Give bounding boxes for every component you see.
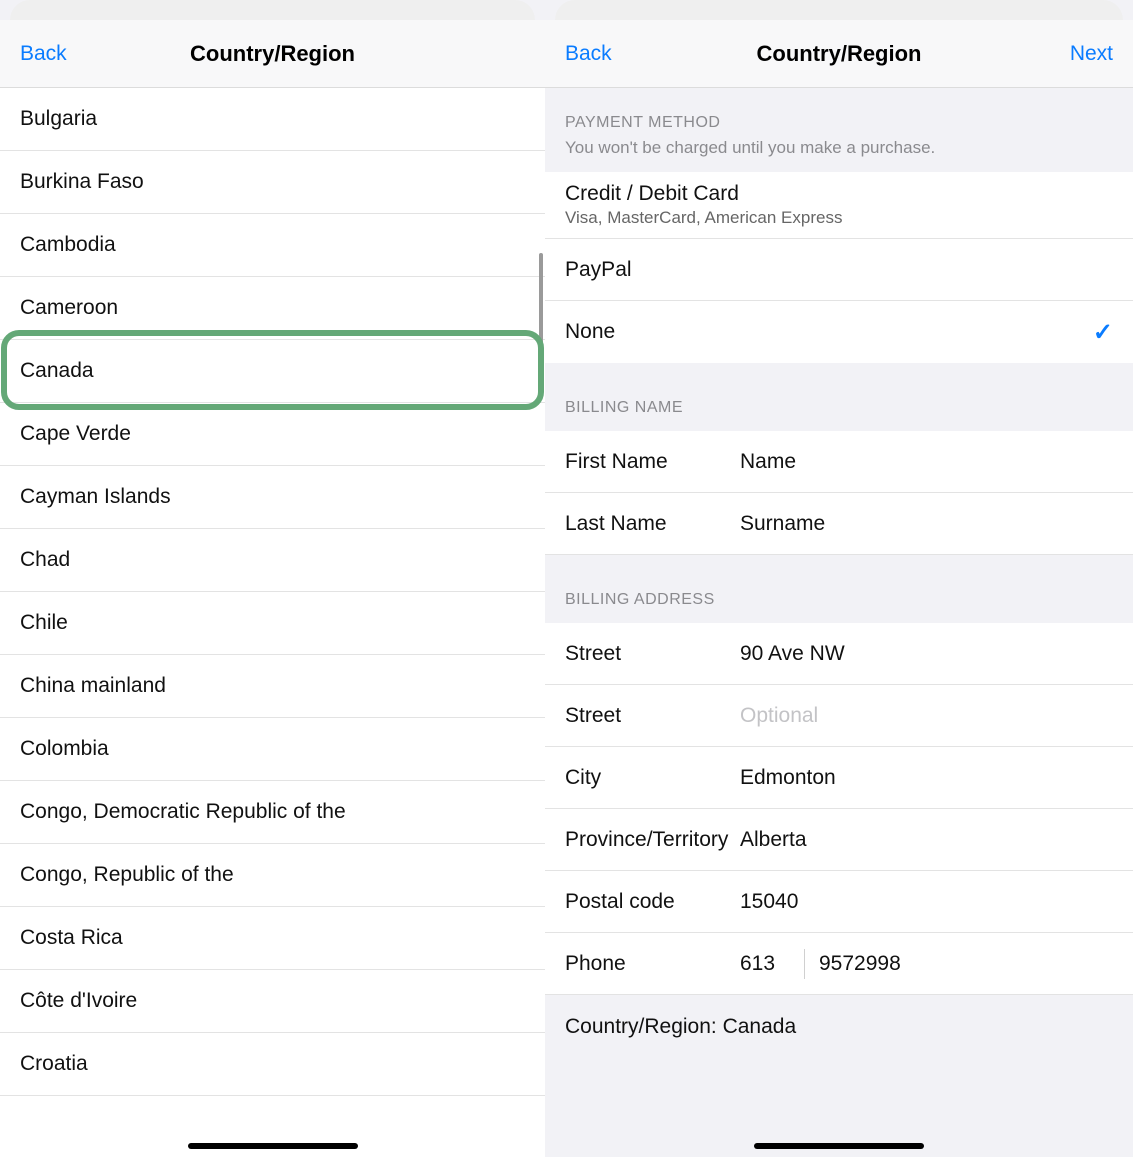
country-row[interactable]: Côte d'Ivoire (0, 970, 545, 1033)
province-label: Province/Territory (565, 828, 740, 852)
payment-option[interactable]: Credit / Debit CardVisa, MasterCard, Ame… (545, 172, 1133, 239)
page-title: Country/Region (100, 41, 445, 67)
navbar-right: Back Country/Region Next (545, 20, 1133, 88)
country-row[interactable]: Cape Verde (0, 403, 545, 466)
last-name-field[interactable]: Surname (740, 512, 1113, 536)
street2-field[interactable]: Optional (740, 704, 1113, 728)
last-name-label: Last Name (565, 512, 740, 536)
postal-label: Postal code (565, 890, 740, 914)
phone-label: Phone (565, 952, 740, 976)
first-name-row[interactable]: First Name Name (545, 431, 1133, 493)
province-field[interactable]: Alberta (740, 828, 1113, 852)
billing-address-header: BILLING ADDRESS (545, 555, 1133, 623)
country-row[interactable]: Canada (0, 340, 545, 403)
country-list[interactable]: BulgariaBurkina FasoCambodiaCameroonCana… (0, 88, 545, 1157)
phone-country-code[interactable]: 613 (740, 952, 800, 976)
city-row[interactable]: City Edmonton (545, 747, 1133, 809)
payment-option-label: Credit / Debit Card (565, 182, 739, 206)
payment-method-note: You won't be charged until you make a pu… (545, 138, 1133, 172)
country-region-summary[interactable]: Country/Region: Canada (545, 995, 1133, 1039)
country-row[interactable]: Croatia (0, 1033, 545, 1096)
street1-field[interactable]: 90 Ave NW (740, 642, 1113, 666)
country-row[interactable]: Cameroon (0, 277, 545, 340)
billing-address-group: Street 90 Ave NW Street Optional City Ed… (545, 623, 1133, 995)
home-indicator[interactable] (188, 1143, 358, 1149)
country-row[interactable]: China mainland (0, 655, 545, 718)
window-tab-hint (555, 0, 1123, 20)
next-button[interactable]: Next (1033, 42, 1113, 66)
country-list-screen: Back Country/Region BulgariaBurkina Faso… (0, 0, 545, 1157)
payment-option-sublabel: Visa, MasterCard, American Express (565, 208, 842, 228)
country-row[interactable]: Chile (0, 592, 545, 655)
payment-method-header: PAYMENT METHOD (545, 88, 1133, 138)
payment-option-label: PayPal (565, 258, 632, 282)
checkmark-icon: ✓ (1093, 318, 1113, 347)
city-label: City (565, 766, 740, 790)
street2-label: Street (565, 704, 740, 728)
city-field[interactable]: Edmonton (740, 766, 1113, 790)
country-row[interactable]: Cayman Islands (0, 466, 545, 529)
country-row[interactable]: Congo, Republic of the (0, 844, 545, 907)
phone-number-field[interactable]: 9572998 (819, 952, 901, 976)
first-name-field[interactable]: Name (740, 450, 1113, 474)
page-title: Country/Region (645, 41, 1033, 67)
postal-field[interactable]: 15040 (740, 890, 1113, 914)
country-row[interactable]: Burkina Faso (0, 151, 545, 214)
street1-row[interactable]: Street 90 Ave NW (545, 623, 1133, 685)
scrollbar-thumb[interactable] (539, 253, 543, 363)
last-name-row[interactable]: Last Name Surname (545, 493, 1133, 555)
first-name-label: First Name (565, 450, 740, 474)
country-row[interactable]: Chad (0, 529, 545, 592)
billing-name-group: First Name Name Last Name Surname (545, 431, 1133, 555)
street2-row[interactable]: Street Optional (545, 685, 1133, 747)
payment-option-label: None (565, 320, 615, 344)
billing-name-header: BILLING NAME (545, 363, 1133, 431)
province-row[interactable]: Province/Territory Alberta (545, 809, 1133, 871)
billing-form-screen: Back Country/Region Next PAYMENT METHOD … (545, 0, 1133, 1157)
street1-label: Street (565, 642, 740, 666)
window-tab-hint (10, 0, 535, 20)
phone-divider (804, 949, 805, 979)
form-scroll[interactable]: PAYMENT METHOD You won't be charged unti… (545, 88, 1133, 1157)
country-row[interactable]: Costa Rica (0, 907, 545, 970)
payment-option[interactable]: None ✓ (545, 301, 1133, 363)
payment-options: Credit / Debit CardVisa, MasterCard, Ame… (545, 172, 1133, 363)
country-row[interactable]: Congo, Democratic Republic of the (0, 781, 545, 844)
back-button[interactable]: Back (20, 42, 100, 66)
navbar-left: Back Country/Region (0, 20, 545, 88)
payment-option[interactable]: PayPal (545, 239, 1133, 301)
country-row[interactable]: Colombia (0, 718, 545, 781)
phone-row[interactable]: Phone 613 9572998 (545, 933, 1133, 995)
country-row[interactable]: Cambodia (0, 214, 545, 277)
postal-row[interactable]: Postal code 15040 (545, 871, 1133, 933)
back-button[interactable]: Back (565, 42, 645, 66)
country-row[interactable]: Bulgaria (0, 88, 545, 151)
home-indicator[interactable] (754, 1143, 924, 1149)
